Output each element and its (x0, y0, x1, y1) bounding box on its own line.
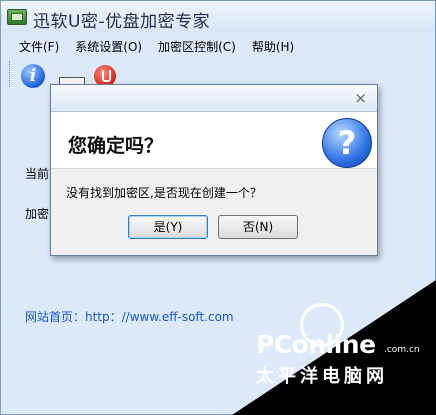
confirm-dialog: × (50, 84, 378, 256)
dialog-title-bar: × (51, 85, 377, 112)
website-link[interactable]: 网站首页：http：//www.eff-soft.com (25, 308, 234, 325)
menu-help[interactable]: 帮助(H) (244, 38, 302, 55)
encrypt-label: 加密 (25, 207, 50, 221)
close-icon[interactable]: × (354, 89, 367, 107)
watermark-domain: .com.cn (384, 345, 420, 355)
watermark-chinese: 太平洋电脑网 (256, 366, 388, 387)
question-icon: ? (322, 118, 372, 168)
info-icon[interactable]: i (21, 64, 45, 88)
watermark-logo: PConline (256, 330, 376, 359)
window-title: 迅软U密-优盘加密专家 (33, 12, 211, 32)
no-button[interactable]: 否(N) (218, 215, 298, 239)
current-label: 当前 (25, 167, 50, 181)
toolbar-grip (9, 61, 13, 87)
dialog-message: 没有找到加密区,是否现在创建一个？ (66, 186, 262, 200)
app-icon (7, 9, 27, 25)
menu-system-settings[interactable]: 系统设置(O) (67, 38, 150, 55)
dialog-heading: 您确定吗？ (68, 135, 164, 157)
menu-bar: 文件(F) 系统设置(O) 加密区控制(C) 帮助(H) (1, 35, 435, 57)
menu-file[interactable]: 文件(F) (1, 38, 67, 55)
title-bar: 迅软U密-优盘加密专家 (1, 1, 435, 33)
menu-encrypt-control[interactable]: 加密区控制(C) (150, 38, 244, 55)
yes-button[interactable]: 是(Y) (128, 215, 208, 239)
